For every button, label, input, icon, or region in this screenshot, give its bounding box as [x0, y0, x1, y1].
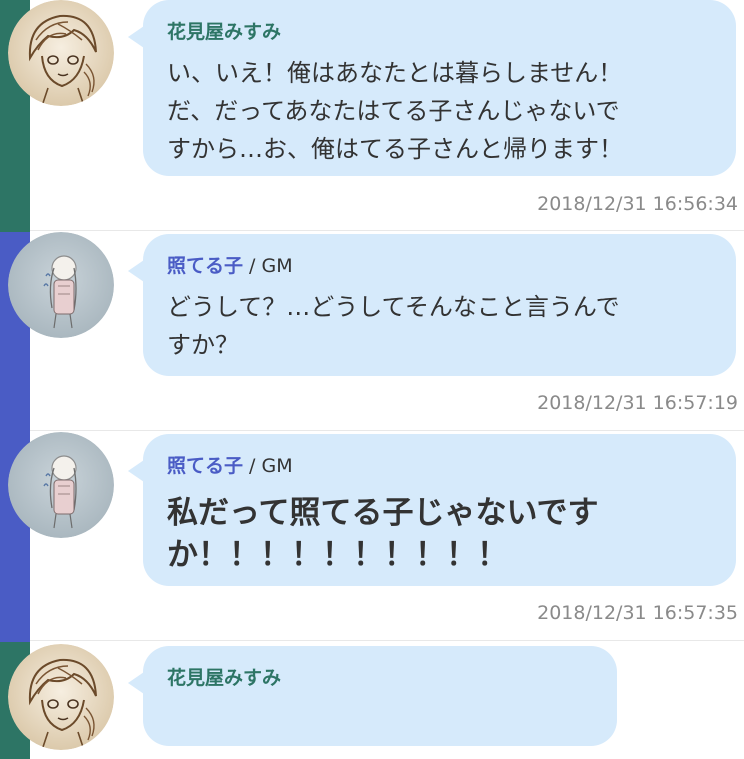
message-text: い、いえ！俺はあなたとは暮らしません！ だ、だってあなたはてる子さんじゃないで … — [167, 59, 623, 163]
sender-name: 照てる子 — [167, 255, 244, 277]
sketch-girl-avatar-icon — [8, 432, 114, 538]
message-bubble: 照てる子 / GM どうして？…どうしてそんなこと言うんで すか？ — [128, 234, 736, 376]
timestamp: 2018/12/31 16:56:34 — [537, 193, 738, 215]
chat-message: 花見屋みすみ — [0, 642, 744, 759]
sender-name: 花見屋みすみ — [167, 667, 282, 689]
sender-name: 照てる子 — [167, 455, 244, 477]
sketch-boy-avatar-icon — [8, 0, 114, 106]
sender-name: 花見屋みすみ — [167, 21, 282, 43]
sender-row: 花見屋みすみ — [167, 664, 593, 692]
message-bubble: 照てる子 / GM 私だって照てる子じゃないです か！！！！！！！！！！ — [128, 434, 736, 586]
message-bubble: 花見屋みすみ い、いえ！俺はあなたとは暮らしません！ だ、だってあなたはてる子さ… — [128, 0, 736, 176]
sender-row: 照てる子 / GM — [167, 252, 712, 280]
sketch-girl-avatar-icon — [8, 232, 114, 338]
message-text: どうして？…どうしてそんなこと言うんで すか？ — [167, 293, 620, 359]
message-divider — [30, 430, 744, 431]
avatar[interactable] — [8, 0, 114, 106]
message-divider — [30, 230, 744, 231]
timestamp: 2018/12/31 16:57:19 — [537, 392, 738, 414]
sender-role: / GM — [243, 255, 293, 277]
avatar[interactable] — [8, 232, 114, 338]
avatar[interactable] — [8, 644, 114, 750]
sender-row: 花見屋みすみ — [167, 18, 712, 46]
sketch-boy-avatar-icon — [8, 644, 114, 750]
sender-row: 照てる子 / GM — [167, 452, 712, 480]
sender-role: / GM — [243, 455, 293, 477]
chat-message: 花見屋みすみ い、いえ！俺はあなたとは暮らしません！ だ、だってあなたはてる子さ… — [0, 0, 744, 232]
message-text: 私だって照てる子じゃないです か！！！！！！！！！！ — [167, 495, 599, 573]
chat-message: 照てる子 / GM どうして？…どうしてそんなこと言うんで すか？ 2018/1… — [0, 232, 744, 432]
message-bubble: 花見屋みすみ — [128, 646, 617, 746]
avatar[interactable] — [8, 432, 114, 538]
timestamp: 2018/12/31 16:57:35 — [537, 602, 738, 624]
message-divider — [30, 640, 744, 641]
chat-message: 照てる子 / GM 私だって照てる子じゃないです か！！！！！！！！！！ 201… — [0, 432, 744, 642]
